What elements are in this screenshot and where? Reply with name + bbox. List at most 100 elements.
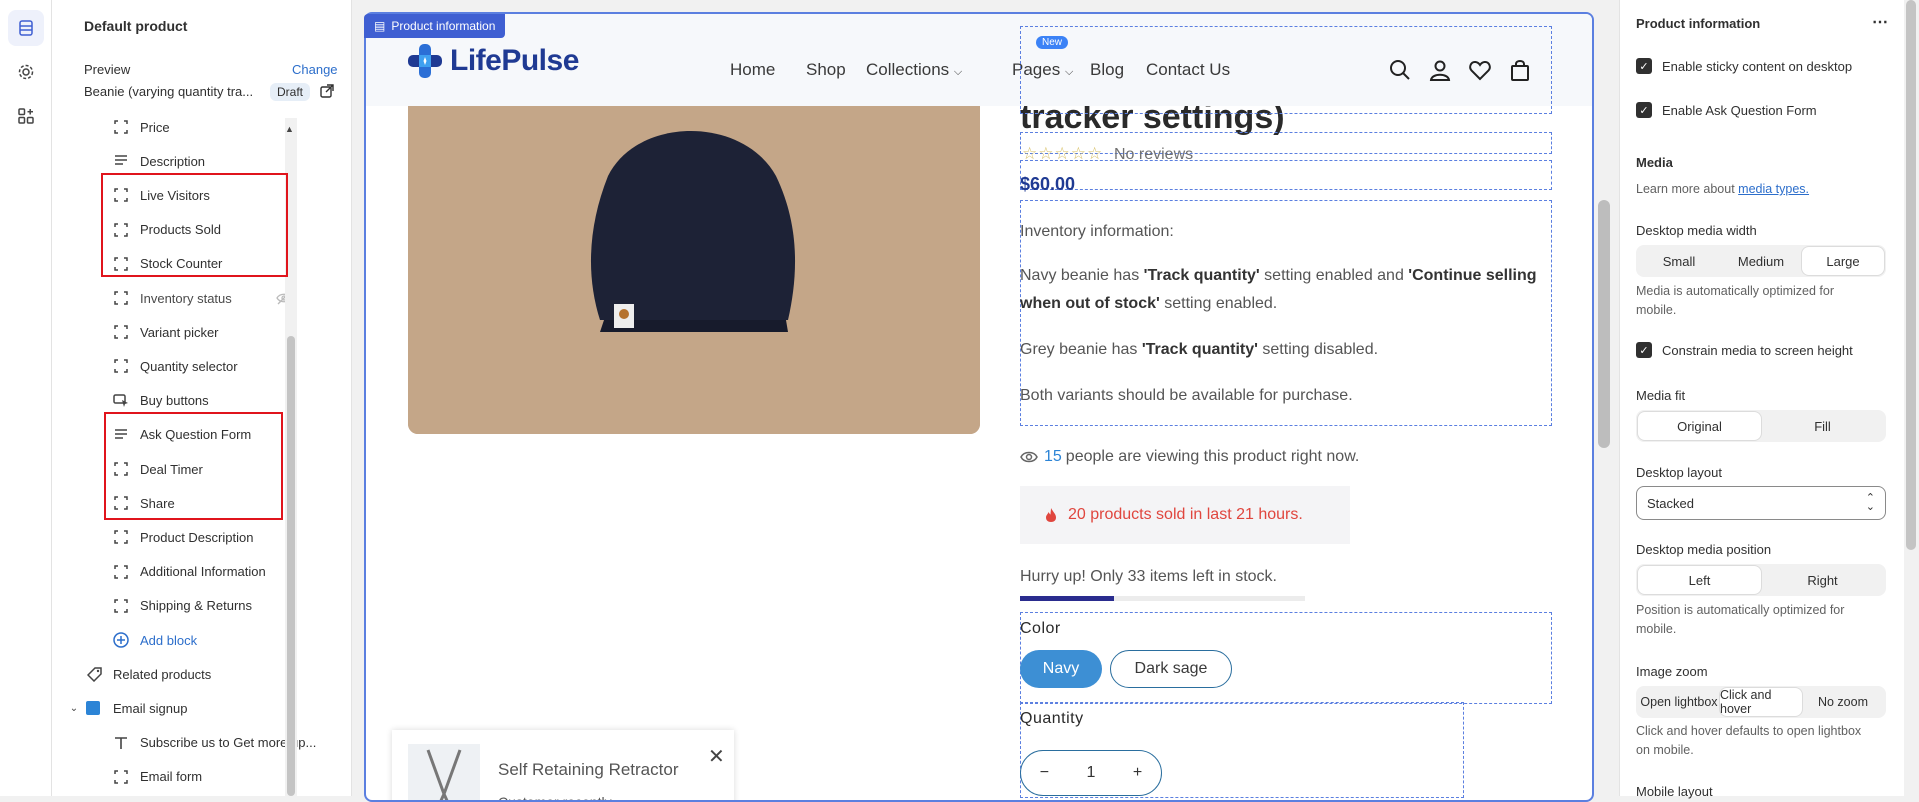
block-item-inventory-status[interactable]: Inventory status <box>113 281 232 315</box>
desktop-layout-select[interactable]: Stacked ⌃ ⌄ <box>1636 486 1886 520</box>
para1-text-c: setting enabled. <box>1159 295 1278 312</box>
constrain-checkbox[interactable]: ✓ <box>1636 342 1652 358</box>
image-zoom-note: Click and hover defaults to open lightbo… <box>1636 724 1862 757</box>
block-item-additional-information-label: Additional Information <box>140 564 266 580</box>
mobile-layout-label: Mobile layout <box>1636 784 1713 799</box>
tree-scrollbar-thumb[interactable] <box>287 336 295 796</box>
block-icon <box>113 358 129 374</box>
chevron-down-icon: ⌵ <box>953 66 963 78</box>
block-icon <box>113 769 129 785</box>
section-tag-icon: ▤ <box>374 19 386 33</box>
close-icon[interactable]: ✕ <box>708 744 725 769</box>
flame-icon <box>1046 508 1056 522</box>
brand-name: LifePulse <box>450 44 579 77</box>
zoom-option-lightbox[interactable]: Open lightbox <box>1638 688 1720 716</box>
media-position-segmented: Left Right <box>1636 564 1886 596</box>
media-heading: Media <box>1636 155 1673 170</box>
block-item-quantity-selector[interactable]: Quantity selector <box>113 349 238 383</box>
ask-form-label: Enable Ask Question Form <box>1662 103 1817 118</box>
more-options-icon[interactable]: ⋯ <box>1872 12 1888 32</box>
image-zoom-label: Image zoom <box>1636 664 1708 679</box>
email-section-icon: ⌄ <box>68 700 102 716</box>
media-position-note: Position is automatically optimized for … <box>1636 603 1845 636</box>
width-option-medium[interactable]: Medium <box>1720 247 1802 275</box>
beanie-photo <box>408 106 980 434</box>
nav-collections[interactable]: Collections ⌵ <box>866 60 962 80</box>
block-item-product-description[interactable]: Product Description <box>113 520 253 554</box>
section-tag-label: Product information <box>391 19 496 33</box>
apps-rail-button[interactable] <box>8 98 44 134</box>
section-related-products-label: Related products <box>113 666 212 682</box>
change-preview-link[interactable]: Change <box>292 62 338 77</box>
products-sold: 20 products sold in last 21 hours. <box>1020 486 1350 544</box>
sections-rail-button[interactable] <box>8 10 44 46</box>
right-scrollbar-thumb[interactable] <box>1906 0 1916 550</box>
ask-form-checkbox[interactable]: ✓ <box>1636 102 1652 118</box>
block-item-description-label: Description <box>140 153 206 169</box>
cursor-click-icon <box>113 393 129 409</box>
color-option-navy[interactable]: Navy <box>1020 650 1102 688</box>
draft-badge: Draft <box>270 83 311 101</box>
nav-collections-label: Collections <box>866 60 950 79</box>
gear-icon <box>18 64 34 80</box>
position-option-right[interactable]: Right <box>1761 566 1884 594</box>
block-item-variant-picker-label: Variant picker <box>140 324 219 340</box>
block-icon <box>113 324 129 340</box>
quantity-label: Quantity <box>1020 710 1084 727</box>
live-visitors: 15 people are viewing this product right… <box>1020 448 1359 466</box>
fit-option-fill[interactable]: Fill <box>1761 412 1884 440</box>
recent-sale-popup[interactable]: Self Retaining Retractor Customer recent… <box>392 730 734 800</box>
description-para-1: Navy beanie has 'Track quantity' setting… <box>1020 262 1540 318</box>
width-option-small[interactable]: Small <box>1638 247 1720 275</box>
apps-icon <box>18 108 34 124</box>
block-item-price[interactable]: Price <box>113 110 170 144</box>
block-icon <box>113 564 129 580</box>
product-image[interactable] <box>408 106 980 434</box>
para1-text-a: Navy beanie has <box>1020 267 1144 284</box>
site-logo[interactable]: LifePulse <box>406 42 579 80</box>
plus-icon[interactable]: + <box>1133 764 1142 782</box>
external-link-icon[interactable] <box>320 84 334 98</box>
block-outline-price <box>1020 160 1552 190</box>
scroll-up-arrow[interactable]: ▲ <box>285 124 294 134</box>
eye-icon <box>1020 451 1038 463</box>
section-email-signup[interactable]: ⌄ Email signup <box>68 691 188 725</box>
color-option-dark-sage[interactable]: Dark sage <box>1110 650 1232 688</box>
media-position-label: Desktop media position <box>1636 542 1772 557</box>
nav-shop[interactable]: Shop <box>806 60 846 80</box>
block-item-additional-information[interactable]: Additional Information <box>113 555 266 589</box>
email-block-email-form[interactable]: Email form <box>113 760 202 794</box>
highlight-box-visitors-sold-stock <box>101 173 288 277</box>
media-types-link[interactable]: media types. <box>1738 182 1809 196</box>
block-item-shipping-returns[interactable]: Shipping & Returns <box>113 589 252 623</box>
add-block-button-label: Add block <box>140 632 198 648</box>
zoom-option-click-hover[interactable]: Click and hover <box>1720 688 1802 716</box>
nav-home[interactable]: Home <box>730 60 775 80</box>
block-item-variant-picker[interactable]: Variant picker <box>113 315 219 349</box>
width-option-large[interactable]: Large <box>1802 247 1884 275</box>
section-settings-title: Product information <box>1636 16 1761 31</box>
minus-icon[interactable]: − <box>1040 764 1049 782</box>
popup-title: Self Retaining Retractor <box>498 760 679 779</box>
add-block-button[interactable]: Add block <box>113 623 197 657</box>
desktop-layout-label: Desktop layout <box>1636 465 1722 480</box>
section-tag[interactable]: ▤ Product information <box>364 14 506 38</box>
block-icon <box>113 290 129 306</box>
color-label: Color <box>1020 620 1061 637</box>
quantity-stepper[interactable]: − 1 + <box>1020 750 1162 796</box>
zoom-option-no-zoom[interactable]: No zoom <box>1802 688 1884 716</box>
quantity-value[interactable]: 1 <box>1087 764 1096 782</box>
chevron-down-icon[interactable]: ⌄ <box>70 703 78 714</box>
block-item-product-description-label: Product Description <box>140 529 254 545</box>
para2-bold: 'Track quantity' <box>1141 341 1258 358</box>
desktop-media-width-label: Desktop media width <box>1636 223 1757 238</box>
para2-text-b: setting disabled. <box>1257 341 1379 358</box>
preview-scrollbar-thumb[interactable] <box>1598 200 1610 448</box>
para1-bold-a: 'Track quantity' <box>1143 267 1260 284</box>
section-related-products[interactable]: Related products <box>86 657 211 691</box>
fit-option-original[interactable]: Original <box>1638 412 1761 440</box>
sticky-checkbox[interactable]: ✓ <box>1636 58 1652 74</box>
settings-rail-button[interactable] <box>8 54 44 90</box>
desktop-layout-value: Stacked <box>1647 496 1694 511</box>
position-option-left[interactable]: Left <box>1638 566 1761 594</box>
